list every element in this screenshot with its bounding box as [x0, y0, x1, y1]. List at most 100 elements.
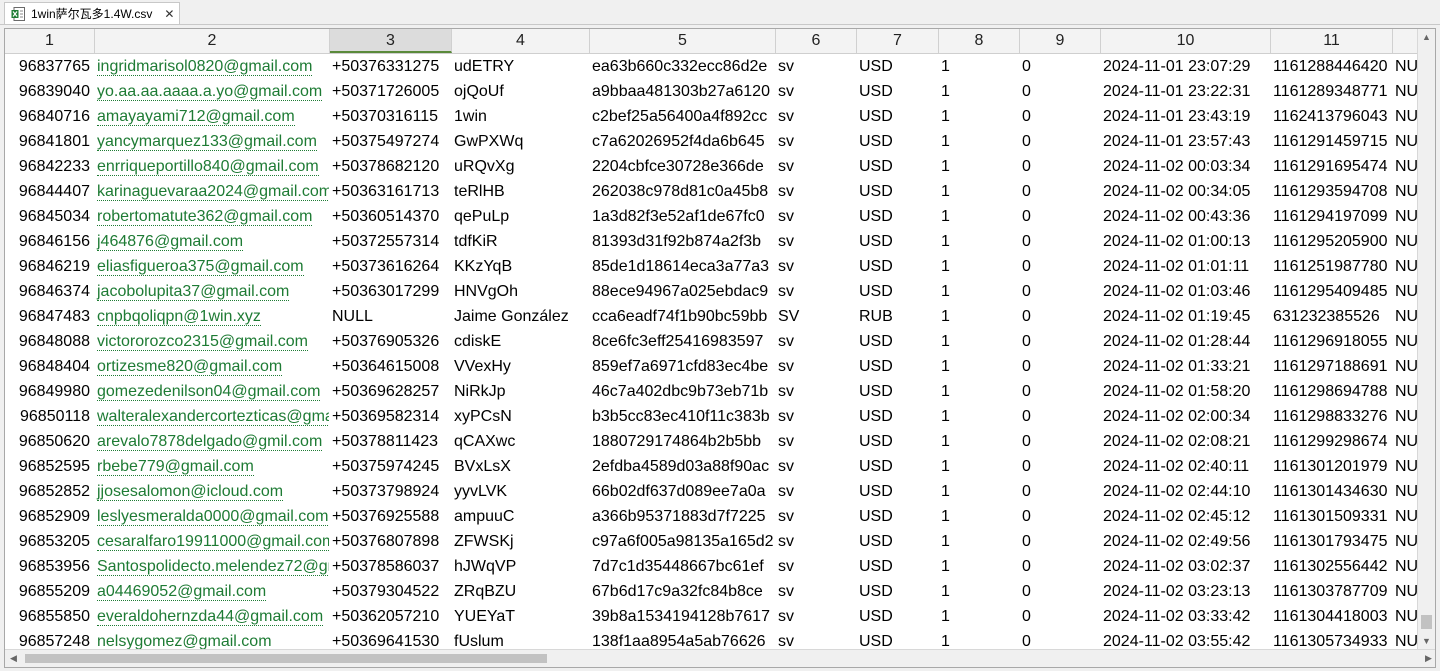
table-cell[interactable]: 2024-11-02 02:45:12 [1101, 504, 1271, 529]
table-cell[interactable]: 1161295409485 [1271, 279, 1393, 304]
table-cell[interactable]: 1 [939, 229, 1020, 254]
email-link[interactable]: ingridmarisol0820@gmail.com [97, 58, 313, 76]
email-link[interactable]: rbebe779@gmail.com [97, 458, 254, 476]
table-cell[interactable]: teRlHB [452, 179, 590, 204]
table-cell[interactable]: 67b6d17c9a32fc84b8ce [590, 579, 776, 604]
table-cell[interactable]: 96846156 [5, 229, 95, 254]
table-cell[interactable]: rbebe779@gmail.com [95, 454, 330, 479]
table-cell[interactable]: 96853956 [5, 554, 95, 579]
table-cell[interactable]: USD [857, 129, 939, 154]
table-cell[interactable]: NU [1393, 529, 1419, 554]
table-cell[interactable]: 39b8a1534194128b7617 [590, 604, 776, 629]
email-link[interactable]: a04469052@gmail.com [97, 583, 267, 601]
table-cell[interactable]: USD [857, 429, 939, 454]
email-link[interactable]: everaldohernzda44@gmail.com [97, 608, 324, 626]
table-cell[interactable]: +50378811423 [330, 429, 452, 454]
email-link[interactable]: ortizesme820@gmail.com [97, 358, 283, 376]
table-cell[interactable]: 96850620 [5, 429, 95, 454]
table-cell[interactable]: YUEYaT [452, 604, 590, 629]
table-cell[interactable]: +50371726005 [330, 79, 452, 104]
table-cell[interactable]: 0 [1020, 279, 1101, 304]
table-cell[interactable]: VVexHy [452, 354, 590, 379]
table-cell[interactable]: cnpbqoliqpn@1win.xyz [95, 304, 330, 329]
table-cell[interactable]: 1161304418003 [1271, 604, 1393, 629]
table-cell[interactable]: a366b95371883d7f7225 [590, 504, 776, 529]
table-cell[interactable]: 0 [1020, 529, 1101, 554]
table-cell[interactable]: jacobolupita37@gmail.com [95, 279, 330, 304]
table-cell[interactable]: everaldohernzda44@gmail.com [95, 604, 330, 629]
table-cell[interactable]: 2024-11-02 02:08:21 [1101, 429, 1271, 454]
table-cell[interactable]: NU [1393, 254, 1419, 279]
table-cell[interactable]: NU [1393, 579, 1419, 604]
scroll-right-icon[interactable]: ▶ [1420, 650, 1435, 667]
table-cell[interactable]: +50363017299 [330, 279, 452, 304]
email-link[interactable]: jacobolupita37@gmail.com [97, 283, 290, 301]
table-cell[interactable]: NU [1393, 129, 1419, 154]
email-link[interactable]: karinaguevaraa2024@gmail.com [97, 183, 329, 201]
table-cell[interactable]: 96850118 [5, 404, 95, 429]
table-cell[interactable]: NU [1393, 154, 1419, 179]
table-cell[interactable]: 1 [939, 179, 1020, 204]
table-cell[interactable]: 96839040 [5, 79, 95, 104]
table-cell[interactable]: 1 [939, 454, 1020, 479]
table-cell[interactable]: NU [1393, 379, 1419, 404]
table-cell[interactable]: j464876@gmail.com [95, 229, 330, 254]
table-cell[interactable]: 1161298833276 [1271, 404, 1393, 429]
table-cell[interactable]: ea63b660c332ecc86d2e [590, 54, 776, 79]
table-cell[interactable]: 1 [939, 154, 1020, 179]
table-cell[interactable]: arevalo7878delgado@gmil.com [95, 429, 330, 454]
table-cell[interactable]: 88ece94967a025ebdac9 [590, 279, 776, 304]
table-cell[interactable]: NU [1393, 229, 1419, 254]
table-cell[interactable]: tdfKiR [452, 229, 590, 254]
table-cell[interactable]: 1880729174864b2b5bb [590, 429, 776, 454]
table-cell[interactable]: 0 [1020, 604, 1101, 629]
table-cell[interactable]: 1 [939, 429, 1020, 454]
table-cell[interactable]: 2024-11-02 00:03:34 [1101, 154, 1271, 179]
table-cell[interactable]: sv [776, 229, 857, 254]
table-cell[interactable]: 96855209 [5, 579, 95, 604]
table-cell[interactable]: 0 [1020, 479, 1101, 504]
vertical-scroll-thumb[interactable] [1421, 615, 1432, 629]
table-cell[interactable]: 0 [1020, 104, 1101, 129]
table-cell[interactable]: SV [776, 304, 857, 329]
table-cell[interactable]: 2024-11-01 23:07:29 [1101, 54, 1271, 79]
table-cell[interactable]: 2024-11-01 23:57:43 [1101, 129, 1271, 154]
table-cell[interactable]: 2024-11-02 01:01:11 [1101, 254, 1271, 279]
table-cell[interactable]: 96840716 [5, 104, 95, 129]
table-cell[interactable]: sv [776, 479, 857, 504]
table-cell[interactable]: 81393d31f92b874a2f3b [590, 229, 776, 254]
email-link[interactable]: j464876@gmail.com [97, 233, 244, 251]
table-cell[interactable]: c7a62026952f4da6b645 [590, 129, 776, 154]
table-cell[interactable]: enrriqueportillo840@gmail.com [95, 154, 330, 179]
email-link[interactable]: enrriqueportillo840@gmail.com [97, 158, 319, 176]
table-cell[interactable]: 2024-11-02 02:44:10 [1101, 479, 1271, 504]
table-cell[interactable]: ingridmarisol0820@gmail.com [95, 54, 330, 79]
table-cell[interactable]: USD [857, 279, 939, 304]
email-link[interactable]: eliasfigueroa375@gmail.com [97, 258, 304, 276]
table-cell[interactable]: c2bef25a56400a4f892cc [590, 104, 776, 129]
table-cell[interactable]: sv [776, 579, 857, 604]
table-cell[interactable]: USD [857, 254, 939, 279]
table-cell[interactable]: KKzYqB [452, 254, 590, 279]
table-cell[interactable]: sv [776, 279, 857, 304]
email-link[interactable]: yancymarquez133@gmail.com [97, 133, 317, 151]
table-cell[interactable]: 2024-11-02 01:58:20 [1101, 379, 1271, 404]
table-cell[interactable]: 0 [1020, 404, 1101, 429]
spreadsheet-grid[interactable]: 1 2 3 4 5 6 7 8 9 10 11 96837765 ingridmarisol0820@… [4, 28, 1436, 668]
table-cell[interactable]: 1 [939, 604, 1020, 629]
table-cell[interactable]: sv [776, 179, 857, 204]
table-cell[interactable]: qCAXwc [452, 429, 590, 454]
table-cell[interactable]: 1 [939, 54, 1020, 79]
table-cell[interactable]: 96848088 [5, 329, 95, 354]
table-cell[interactable]: sv [776, 529, 857, 554]
table-cell[interactable]: 1 [939, 279, 1020, 304]
table-cell[interactable]: 96849980 [5, 379, 95, 404]
table-cell[interactable]: b3b5cc83ec410f11c383b [590, 404, 776, 429]
table-cell[interactable]: 2024-11-02 02:49:56 [1101, 529, 1271, 554]
table-cell[interactable]: 2024-11-02 02:00:34 [1101, 404, 1271, 429]
email-link[interactable]: jjosesalomon@icloud.com [97, 483, 284, 501]
table-cell[interactable]: Santospolidecto.melendez72@gmail.com [95, 554, 330, 579]
table-cell[interactable]: 96841801 [5, 129, 95, 154]
table-cell[interactable]: +50378682120 [330, 154, 452, 179]
horizontal-scrollbar[interactable]: ◀ ▶ [5, 649, 1435, 667]
